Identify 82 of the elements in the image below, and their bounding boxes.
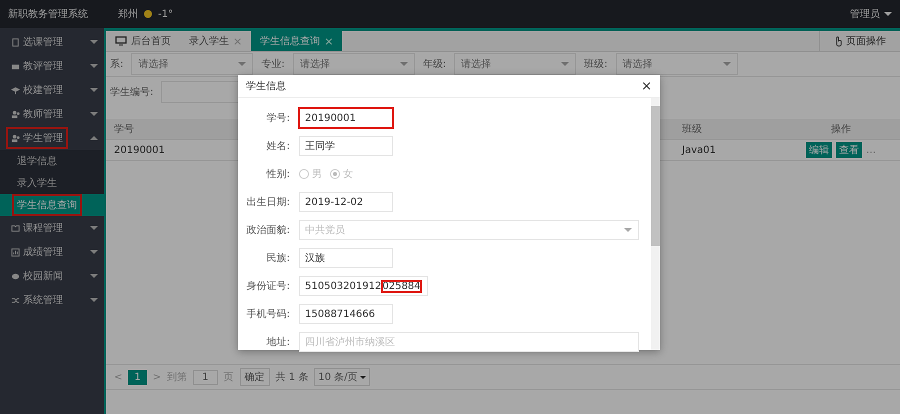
page-input[interactable]: 1: [193, 370, 218, 384]
total-count: 共 1 条: [276, 370, 308, 384]
people-icon: [11, 134, 20, 142]
table-cell: 20190001: [114, 144, 165, 156]
weather-icon: [144, 10, 152, 18]
filter-label: 班级:: [583, 58, 608, 71]
submenu-item[interactable]: 退学信息: [0, 150, 104, 172]
field-label: 学号:: [266, 112, 291, 125]
search-label: 学生编号:: [109, 86, 154, 99]
filter-select[interactable]: 请选择: [131, 53, 254, 75]
menu-item[interactable]: 校园新闻: [6, 265, 68, 287]
menu-item[interactable]: 教师管理: [6, 103, 68, 125]
document-icon: [11, 38, 20, 46]
radio-label: 男: [312, 168, 322, 181]
page-number[interactable]: 1: [128, 370, 147, 384]
input-field[interactable]: 2019-12-02: [299, 192, 393, 212]
action-button[interactable]: 编辑: [806, 142, 832, 158]
input-field[interactable]: 汉族: [299, 248, 393, 268]
filter-label: 专业:: [260, 58, 286, 71]
input-field[interactable]: 王同学: [299, 136, 393, 156]
input-field[interactable]: 510503201912 025884: [299, 276, 428, 296]
field-label: 政治面貌:: [246, 224, 291, 237]
input-field[interactable]: 20190001: [299, 108, 393, 128]
close-icon[interactable]: ×: [324, 34, 334, 48]
menu-item[interactable]: 学生管理: [6, 127, 68, 149]
field-label: 手机号码:: [246, 308, 291, 321]
radio-button[interactable]: [299, 169, 309, 179]
close-icon[interactable]: ×: [641, 78, 652, 94]
column-header: 班级: [681, 122, 703, 136]
card-icon: [11, 62, 20, 70]
page-size-select[interactable]: 10 条/页: [314, 368, 370, 386]
scrollbar[interactable]: [651, 98, 660, 350]
radio-button[interactable]: [330, 169, 340, 179]
input-field[interactable]: 四川省泸州市纳溪区: [299, 332, 639, 352]
people-icon: [11, 110, 20, 118]
menu-item[interactable]: 校建管理: [6, 79, 68, 101]
page-actions-button[interactable]: 页面操作: [819, 31, 900, 51]
pin-icon: [11, 86, 20, 94]
menu-item[interactable]: 课程管理: [6, 217, 68, 239]
filter-label: 系:: [109, 58, 124, 71]
user-menu[interactable]: 管理员: [850, 7, 892, 21]
shuffle-icon: [11, 296, 20, 304]
column-header: 操作: [830, 123, 852, 136]
highlighted-digits: 025884: [381, 280, 422, 292]
field-label: 身份证号:: [246, 280, 291, 293]
menu-item[interactable]: 成绩管理: [6, 241, 68, 263]
goto-label: 到第: [167, 371, 188, 384]
dialog-title: 学生信息: [246, 80, 286, 93]
menu-item[interactable]: 选课管理: [6, 31, 68, 53]
input-field[interactable]: 15088714666: [299, 304, 393, 324]
menu-item[interactable]: 教评管理: [6, 55, 68, 77]
field-label: 出生日期:: [246, 196, 291, 209]
field-label: 性别:: [265, 168, 291, 181]
page-unit: 页: [224, 371, 234, 384]
submenu-item[interactable]: 录入学生: [0, 172, 104, 194]
submenu-label: 退学信息: [16, 154, 58, 169]
field-label: 姓名:: [266, 140, 291, 153]
action-button[interactable]: 查看: [836, 142, 862, 158]
field-label: 地址:: [266, 336, 291, 349]
submenu-item[interactable]: 学生信息查询: [0, 194, 104, 216]
chart-icon: [11, 248, 20, 256]
submenu-label: 录入学生: [16, 176, 58, 191]
field-label: 民族:: [266, 252, 291, 265]
temperature: -1°: [158, 8, 173, 20]
table-cell-text: Java01: [680, 144, 717, 156]
book-icon: [11, 224, 20, 232]
menu-item[interactable]: 系统管理: [6, 289, 68, 311]
confirm-button[interactable]: 确定: [240, 368, 270, 386]
monitor-icon: [115, 36, 127, 46]
tab[interactable]: 后台首页: [106, 31, 180, 51]
column-header: 学号: [113, 123, 135, 136]
submenu-label: 学生信息查询: [12, 194, 82, 216]
chat-icon: [11, 272, 20, 280]
tab[interactable]: 录入学生 ×: [180, 31, 252, 51]
radio-label: 女: [343, 168, 353, 181]
tab[interactable]: 学生信息查询 ×: [251, 31, 342, 51]
caret-icon: [360, 376, 366, 382]
filter-label: 年级:: [422, 58, 448, 71]
hand-icon: [834, 36, 843, 46]
more-link[interactable]: …: [866, 144, 876, 156]
app-title: 新职教务管理系统: [8, 8, 89, 21]
city-label: 郑州: [118, 8, 138, 21]
